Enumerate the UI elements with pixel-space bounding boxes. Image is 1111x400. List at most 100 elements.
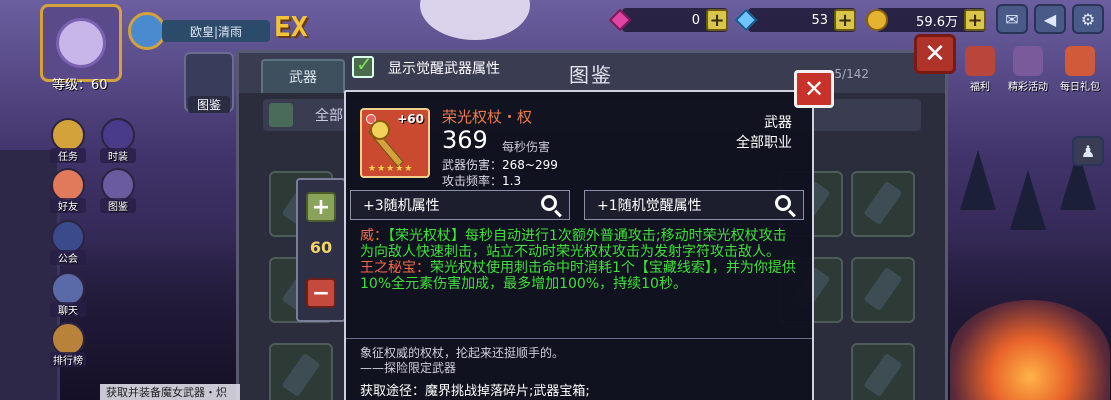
side-menu-label: 图鉴	[100, 198, 136, 213]
side-menu-label: 时装	[100, 148, 136, 163]
events-icon	[1013, 46, 1043, 76]
add-gold-button[interactable]: +	[964, 9, 986, 31]
guild-icon	[51, 220, 85, 254]
weapon-type: 武器	[764, 115, 792, 131]
side-menu-ranking[interactable]: 排行榜	[50, 322, 86, 367]
awaken-toggle-label: 显示觉醒武器属性	[388, 61, 500, 77]
catalog-icon	[101, 168, 135, 202]
close-detail-button[interactable]: ✕	[794, 70, 834, 108]
weapon-slot[interactable]	[269, 343, 333, 400]
quest-ticker[interactable]: 获取并装备魔女武器・炽	[100, 384, 240, 400]
costume-icon	[101, 118, 135, 152]
level-plus-button[interactable]: +	[306, 192, 336, 222]
weapon-job: 全部职业	[736, 135, 792, 151]
awaken-attr-button[interactable]: +1随机觉醒属性	[584, 190, 804, 220]
side-menu-friends[interactable]: 好友	[50, 168, 86, 213]
add-pink-gem-button[interactable]: +	[706, 9, 728, 31]
side-menu-label: 任务	[50, 148, 86, 163]
weapon-name: 荣光权杖・权	[442, 108, 533, 126]
side-menu-label: 好友	[50, 198, 86, 213]
vip-badge-icon[interactable]	[128, 12, 166, 50]
character-button[interactable]: ♟	[1072, 136, 1104, 166]
weapon-dps: 369	[442, 126, 488, 154]
weapon-flavor: 象征权威的权杖，抡起来还挺顺手的。 ——探险限定武器	[360, 346, 565, 375]
megaphone-icon: ◀	[1043, 9, 1057, 29]
settings-button[interactable]: ⚙	[1072, 4, 1104, 34]
resource-gold: 59.6万 +	[866, 8, 986, 32]
side-menu-catalog[interactable]: 图鉴	[100, 168, 136, 213]
weapon-skills: 威：【荣光权杖】每秒自动进行1次额外普通攻击;移动时荣光权杖攻击为向敌人快速刺击…	[360, 228, 800, 292]
catalog-title: 图鉴	[569, 63, 613, 87]
resource-value: 0	[691, 12, 700, 28]
weapon-stars: ★★★★★	[368, 164, 414, 174]
catalog-shortcut-label: 图鉴	[188, 96, 230, 113]
ex-logo[interactable]: EX	[274, 10, 308, 43]
player-avatar[interactable]	[40, 4, 122, 82]
right-menu-label: 精彩活动	[1008, 82, 1048, 93]
weapon-detail-popup: +60 ★★★★★ 荣光权杖・权 369 每秒伤害 武器伤害：268~299 攻…	[344, 90, 814, 400]
resource-value: 53	[811, 12, 828, 28]
chat-icon	[51, 272, 85, 306]
announcement-button[interactable]: ◀	[1034, 4, 1066, 34]
level-stepper: + 60 −	[296, 178, 346, 322]
trophy-icon	[51, 322, 85, 356]
weapon-dps-label: 每秒伤害	[502, 140, 551, 154]
weapon-attack-rate: 攻击频率：1.3	[442, 174, 522, 188]
skill-2: 王之秘宝：荣光权杖使用刺击命中时消耗1个【宝藏线索】，并为你提供10%全元素伤害…	[360, 260, 796, 292]
tree	[960, 150, 996, 210]
mail-button[interactable]: ✉	[996, 4, 1028, 34]
resource-pink-gem: 0 +	[608, 8, 728, 32]
right-menu-welfare[interactable]: 福利	[960, 46, 1000, 93]
filter-all[interactable]: 全部	[315, 105, 343, 125]
side-menu-guild[interactable]: 公会	[50, 220, 86, 265]
gear-icon: ⚙	[1080, 9, 1096, 29]
weapon-slot[interactable]	[851, 343, 915, 400]
weapon-source: 获取途径：魔界挑战掉落碎片;武器宝箱;	[360, 384, 590, 399]
right-menu-label: 福利	[970, 82, 990, 93]
magnifier-icon	[775, 195, 791, 211]
friends-icon	[51, 168, 85, 202]
awaken-toggle-checkbox[interactable]: ✓	[352, 52, 374, 78]
skill-1: 威：【荣光权杖】每秒自动进行1次额外普通攻击;移动时荣光权杖攻击为向敌人快速刺击…	[360, 228, 787, 260]
right-menu-label: 每日礼包	[1060, 82, 1100, 93]
avatar-face	[56, 18, 106, 68]
weapon-slot[interactable]	[851, 171, 915, 237]
level-minus-button[interactable]: −	[306, 278, 336, 308]
gift-icon	[1065, 46, 1095, 76]
welfare-icon	[965, 46, 995, 76]
portal-fire	[950, 300, 1110, 400]
right-menu-events[interactable]: 精彩活动	[1008, 46, 1048, 93]
magnifier-icon	[541, 195, 557, 211]
tree	[1010, 170, 1046, 230]
add-blue-gem-button[interactable]: +	[834, 9, 856, 31]
weapon-damage: 武器伤害：268~299	[442, 158, 558, 172]
grid-view-icon[interactable]	[269, 103, 293, 127]
catalog-count: 5/142	[834, 67, 869, 81]
side-menu-label: 排行榜	[50, 352, 86, 367]
resource-blue-gem: 53 +	[734, 8, 856, 32]
close-catalog-button[interactable]: ✕	[914, 34, 956, 74]
side-menu-label: 公会	[50, 250, 86, 265]
side-menu-label: 聊天	[50, 302, 86, 317]
weapon-slot[interactable]	[851, 257, 915, 323]
gold-coin-icon	[866, 9, 888, 31]
checkmark-icon: ✓	[356, 52, 373, 76]
level-value: 60	[309, 238, 333, 257]
person-icon: ♟	[1080, 141, 1096, 161]
random-attr-label: +3随机属性	[363, 198, 440, 214]
side-menu-chat[interactable]: 聊天	[50, 272, 86, 317]
random-attr-button[interactable]: +3随机属性	[350, 190, 570, 220]
player-level: 等级：60	[52, 78, 108, 93]
awaken-attr-label: +1随机觉醒属性	[597, 198, 702, 214]
side-menu-costume[interactable]: 时装	[100, 118, 136, 163]
weapon-card: +60 ★★★★★	[360, 108, 430, 178]
right-menu-daily-gift[interactable]: 每日礼包	[1060, 46, 1100, 93]
tab-weapon[interactable]: 武器	[261, 59, 345, 93]
side-menu-tasks[interactable]: 任务	[50, 118, 86, 163]
divider	[346, 338, 812, 339]
weapon-level-badge: +60	[397, 112, 424, 126]
mail-icon: ✉	[1005, 9, 1019, 29]
scepter-head-icon	[370, 120, 390, 140]
player-name: 欧皇|清雨	[162, 20, 270, 42]
resource-value: 59.6万	[916, 14, 958, 30]
